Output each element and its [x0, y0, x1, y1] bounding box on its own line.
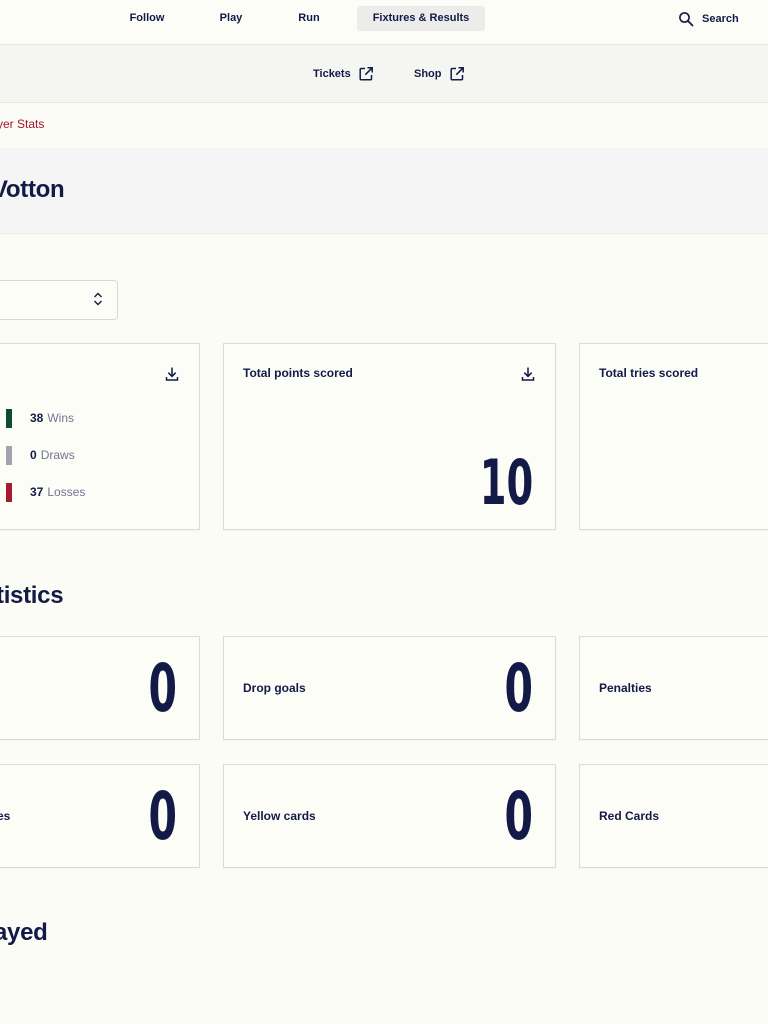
download-icon[interactable] — [521, 366, 535, 382]
total-points-card: Total points scored 10 — [223, 343, 556, 530]
appearances-title: nces — [0, 809, 11, 823]
red-cards-card: Red Cards — [579, 764, 768, 868]
draws-count: 0 — [30, 448, 37, 462]
shop-label: Shop — [414, 68, 442, 80]
search-button[interactable]: Search — [678, 9, 739, 29]
total-tries-card: Total tries scored — [579, 343, 768, 530]
nav-item-fixtures-results[interactable]: Fixtures & Results — [357, 6, 485, 31]
appearances-value: 0 — [148, 778, 177, 855]
red-cards-title: Red Cards — [599, 809, 660, 823]
external-link-icon — [359, 67, 373, 81]
appearances-card: nces 0 — [0, 764, 200, 868]
player-header: Votton — [0, 148, 768, 234]
player-name: Votton — [0, 176, 65, 203]
search-label: Search — [702, 13, 739, 25]
total-points-title: Total points scored — [243, 366, 353, 380]
losses-label: Losses — [47, 485, 86, 499]
season-select[interactable] — [0, 280, 118, 320]
wins-label: Wins — [47, 411, 75, 425]
wins-swatch — [6, 408, 12, 428]
chevron-up-down-icon — [94, 292, 102, 306]
wins-count: 38 — [30, 411, 44, 425]
draws-swatch — [6, 445, 12, 465]
breadcrumb-player-stats[interactable]: yer Stats — [0, 117, 44, 131]
download-icon[interactable] — [165, 366, 179, 382]
search-icon — [679, 12, 694, 27]
total-points-value: 10 — [479, 446, 533, 519]
main-navigation: Follow Play Run Fixtures & Results Searc… — [0, 0, 768, 45]
losses-count: 37 — [30, 485, 44, 499]
penalties-title: Penalties — [599, 681, 652, 695]
played-heading: ayed — [0, 919, 48, 946]
legend-row-losses: 37 Losses — [6, 482, 85, 502]
tickets-link[interactable]: Tickets — [313, 65, 374, 83]
total-tries-title: Total tries scored — [599, 366, 699, 380]
losses-swatch — [6, 482, 12, 502]
nav-item-play[interactable]: Play — [205, 6, 257, 31]
legend-row-wins: 38 Wins — [6, 408, 74, 428]
shop-link[interactable]: Shop — [414, 65, 465, 83]
results-card: 38 Wins 0 Draws 37 Losses — [0, 343, 200, 530]
tickets-label: Tickets — [313, 68, 351, 80]
secondary-navigation: Tickets Shop — [0, 45, 768, 103]
external-link-icon — [449, 67, 464, 81]
yellow-cards-title: Yellow cards — [243, 809, 316, 823]
nav-item-follow[interactable]: Follow — [117, 6, 177, 31]
statistics-heading: tistics — [0, 582, 64, 609]
yellow-cards-card: Yellow cards 0 — [223, 764, 556, 868]
nav-item-run[interactable]: Run — [285, 6, 333, 31]
penalties-card: Penalties — [579, 636, 768, 740]
yellow-cards-value: 0 — [504, 778, 533, 855]
stat-card-value: 0 — [148, 650, 177, 727]
drop-goals-value: 0 — [504, 650, 533, 727]
stat-card: 0 — [0, 636, 200, 740]
drop-goals-title: Drop goals — [243, 681, 306, 695]
draws-label: Draws — [40, 448, 75, 462]
legend-row-draws: 0 Draws — [6, 445, 75, 465]
drop-goals-card: Drop goals 0 — [223, 636, 556, 740]
